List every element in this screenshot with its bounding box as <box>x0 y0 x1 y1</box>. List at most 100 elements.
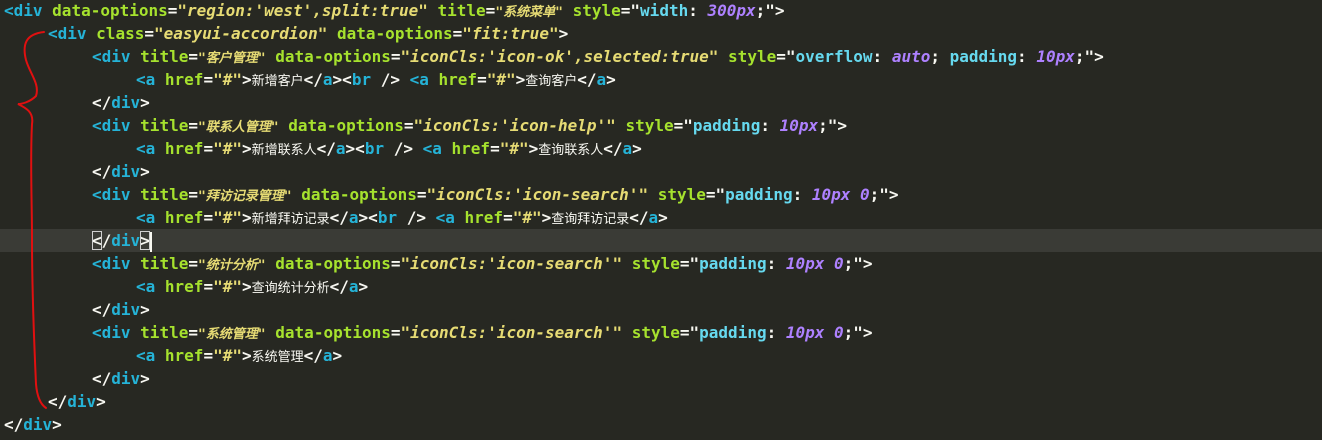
code-token: a <box>648 208 659 227</box>
code-token: : <box>872 47 892 66</box>
code-line[interactable]: <div class="easyui-accordion" data-optio… <box>48 22 568 45</box>
code-token: title <box>140 323 189 342</box>
code-token: =" <box>620 1 641 20</box>
code-token: "联系人管理" <box>197 120 279 135</box>
code-token: class <box>96 24 145 43</box>
code-token: overflow <box>795 47 873 66</box>
code-token: =" <box>673 116 693 135</box>
code-token: = <box>203 70 214 89</box>
code-token: : <box>766 323 786 342</box>
code-token: <a <box>136 208 156 227</box>
code-token: : <box>766 254 786 273</box>
code-token: padding <box>725 185 793 204</box>
code-token: = <box>477 70 487 89</box>
code-token: ;"> <box>818 116 848 135</box>
code-token: </ <box>329 277 349 296</box>
code-token: = <box>503 208 513 227</box>
code-token: = <box>390 47 401 66</box>
code-token: ;"> <box>843 254 873 273</box>
code-token: = <box>188 185 198 204</box>
code-token: "fit:true" <box>462 24 559 43</box>
code-token: > <box>358 277 369 296</box>
code-token: > <box>606 70 616 89</box>
code-token: > <box>241 139 252 158</box>
code-token: <a <box>136 277 156 296</box>
code-token: padding <box>692 116 761 135</box>
code-line[interactable]: </div> <box>92 160 150 183</box>
code-token: = <box>188 254 198 273</box>
code-token: href <box>451 139 491 158</box>
code-line[interactable]: <div data-options="region:'west',split:t… <box>4 0 785 22</box>
code-line[interactable]: <a href="#">系统管理</a> <box>136 344 342 367</box>
code-token: title <box>140 47 189 66</box>
code-token: href <box>164 70 204 89</box>
code-token: data-options <box>275 323 391 342</box>
code-token: "系统管理" <box>197 327 266 342</box>
code-token: div <box>67 392 97 411</box>
code-token: </ <box>577 70 597 89</box>
code-line[interactable]: <div title="联系人管理" data-options="iconCls… <box>92 114 847 137</box>
code-token: 查询客户 <box>525 74 578 89</box>
code-line[interactable]: <div title="客户管理" data-options="iconCls:… <box>92 45 1104 68</box>
code-line[interactable]: </div> <box>4 413 62 436</box>
code-token: "统计分析" <box>197 258 266 273</box>
code-token: href <box>164 277 204 296</box>
code-token: 查询拜访记录 <box>551 212 630 227</box>
code-token: </ <box>603 139 623 158</box>
code-line[interactable]: <div title="统计分析" data-options="iconCls:… <box>92 252 873 275</box>
code-line[interactable]: </div> <box>48 390 106 413</box>
code-token: "系统菜单" <box>495 5 563 20</box>
code-token: <a <box>136 70 156 89</box>
code-line[interactable]: <a href="#">查询统计分析</a> <box>136 275 368 298</box>
code-token: padding <box>949 47 1018 66</box>
code-token: "iconCls:'icon-ok',selected:true" <box>400 47 719 66</box>
code-line[interactable]: </div> <box>92 229 152 252</box>
code-token: div <box>111 369 141 388</box>
code-token: = <box>390 254 401 273</box>
code-token: <div <box>92 254 131 273</box>
code-token: style <box>631 254 680 273</box>
code-token: </ <box>329 208 349 227</box>
code-token: "#" <box>213 139 242 158</box>
code-line[interactable]: <a href="#">新增客户</a><br /> <a href="#">查… <box>136 68 616 91</box>
code-token: data-options <box>52 1 168 20</box>
code-line[interactable]: <div title="拜访记录管理" data-options="iconCl… <box>92 183 899 206</box>
code-editor[interactable]: <div data-options="region:'west',split:t… <box>0 0 1322 440</box>
code-line[interactable]: <a href="#">新增拜访记录</a><br /> <a href="#"… <box>136 206 668 229</box>
code-token: style <box>572 1 621 20</box>
code-token: width <box>640 1 689 20</box>
code-line[interactable]: <a href="#">新增联系人</a><br /> <a href="#">… <box>136 137 642 160</box>
code-line[interactable]: <div title="系统管理" data-options="iconCls:… <box>92 321 873 344</box>
code-token: > <box>632 139 642 158</box>
code-token: > <box>52 415 62 434</box>
code-token: </ <box>303 346 323 365</box>
code-token: 10px 0 <box>785 323 844 342</box>
code-token: style <box>625 116 674 135</box>
code-token: padding <box>699 254 767 273</box>
code-line[interactable]: </div> <box>92 298 150 321</box>
code-token: > <box>241 346 252 365</box>
code-token: br <box>364 139 385 158</box>
code-token: >< <box>345 139 365 158</box>
code-token: br <box>377 208 398 227</box>
code-token: "iconCls:'icon-search'" <box>400 254 623 273</box>
code-token: 10px 0 <box>811 185 870 204</box>
code-token: title <box>140 254 189 273</box>
code-token: 10px <box>779 116 819 135</box>
code-token: "拜访记录管理" <box>197 189 292 204</box>
code-line[interactable]: </div> <box>92 91 150 114</box>
code-token: div <box>23 415 53 434</box>
code-token: > <box>140 300 150 319</box>
code-token: "iconCls:'icon-help'" <box>413 116 616 135</box>
code-line[interactable]: </div> <box>92 367 150 390</box>
code-token: </ <box>316 139 336 158</box>
code-token: = <box>188 323 198 342</box>
code-token: </ <box>303 70 323 89</box>
